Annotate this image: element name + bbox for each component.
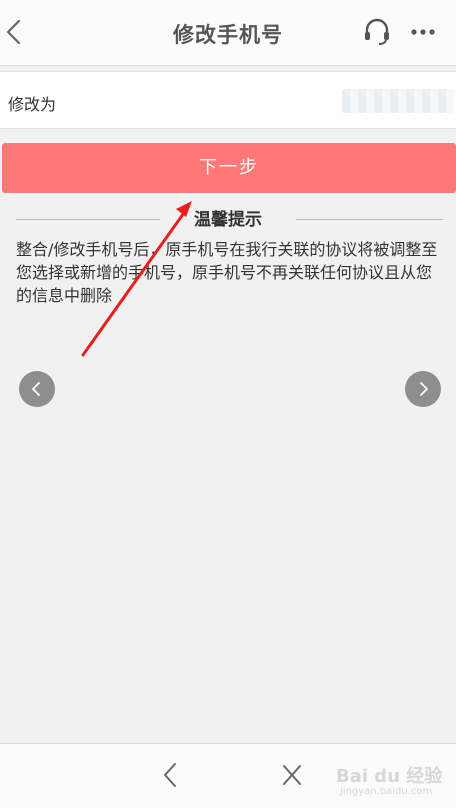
tips-title: 温馨提示 — [160, 209, 296, 231]
nav-close-icon[interactable] — [280, 762, 304, 788]
chevron-left-icon — [32, 382, 40, 396]
carousel-prev-button[interactable] — [19, 371, 55, 407]
app-header: 修改手机号 — [0, 0, 456, 66]
modify-to-label: 修改为 — [8, 95, 57, 114]
chevron-right-icon — [420, 382, 428, 396]
more-dots-icon[interactable] — [410, 28, 436, 36]
carousel-next-button[interactable] — [405, 371, 441, 407]
customer-service-headset-icon[interactable] — [363, 17, 391, 47]
watermark-url: jingyan.baidu.com — [340, 786, 433, 797]
next-step-button[interactable]: 下一步 — [2, 143, 456, 193]
nav-back-icon[interactable] — [158, 760, 182, 790]
watermark-brand: Bai du 经验 — [336, 766, 443, 787]
modify-phone-row: 修改为 — [0, 71, 456, 129]
tips-text: 整合/修改手机号后，原手机号在我行关联的协议将被调整至您选择或新增的手机号，原手… — [16, 240, 438, 305]
baidu-jingyan-watermark: Bai du 经验 jingyan.baidu.com — [334, 762, 452, 802]
new-phone-value-blurred[interactable] — [342, 89, 454, 113]
